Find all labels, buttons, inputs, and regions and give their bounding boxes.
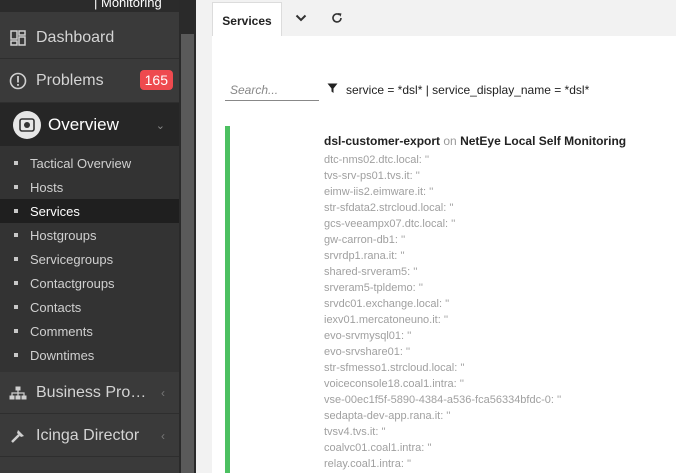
bullet-icon <box>14 233 18 237</box>
bullet-icon <box>14 185 18 189</box>
nav-item-overview[interactable]: Overview ⌄ <box>0 103 179 146</box>
output-line: vse-00ec1f5f-5890-4384-a536-fca56334bfdc… <box>324 394 562 406</box>
chevron-left-icon: ‹ <box>161 386 165 400</box>
status-ok-bar <box>225 126 230 473</box>
submenu-item-contactgroups[interactable]: Contactgroups <box>0 271 179 295</box>
plugin-output: dtc-nms02.dtc.local: '' tvs-srv-ps01.tvs.… <box>324 152 561 472</box>
filter-text: service = *dsl* | service_display_name =… <box>346 83 590 97</box>
output-line: dtc-nms02.dtc.local: '' <box>324 154 430 166</box>
output-line: sedapta-dev-app.rana.it: '' <box>324 410 451 422</box>
submenu-label: Comments <box>30 323 93 339</box>
nav-label-dashboard: Dashboard <box>36 29 115 46</box>
output-line: srvrdp1.rana.it: '' <box>324 250 405 262</box>
overview-submenu: Tactical Overview Hosts Services Hostgro… <box>0 146 179 372</box>
main-panel: Services Search... service = *dsl* | ser… <box>196 0 676 473</box>
tab-services[interactable]: Services <box>212 2 282 38</box>
alert-icon <box>0 72 36 90</box>
content-area: Search... service = *dsl* | service_disp… <box>212 36 676 473</box>
submenu-item-services[interactable]: Services <box>0 199 179 223</box>
nav-item-problems[interactable]: Problems 165 <box>0 60 179 103</box>
output-line: str-sfdata2.strcloud.local: '' <box>324 202 454 214</box>
submenu-item-tactical-overview[interactable]: Tactical Overview <box>0 151 179 175</box>
output-line: relay.coal1.intra: '' <box>324 458 412 470</box>
nav-item-dashboard[interactable]: Dashboard <box>0 18 179 59</box>
bullet-icon <box>14 281 18 285</box>
output-line: eimw-iis2.eimware.it: '' <box>324 186 434 198</box>
business-process-icon <box>0 386 36 400</box>
filter-expression[interactable]: service = *dsl* | service_display_name =… <box>327 83 589 97</box>
sidebar: | Monitoring Dashboard Problems 165 Over… <box>0 0 196 473</box>
output-line: srveram5-tpldemo: '' <box>324 282 423 294</box>
output-line: gw-carron-db1: '' <box>324 234 406 246</box>
submenu-label: Contactgroups <box>30 275 115 291</box>
bullet-icon <box>14 329 18 333</box>
output-line: str-sfmesso1.strcloud.local: '' <box>324 362 465 374</box>
output-line: tvs-srv-ps01.tvs.it: '' <box>324 170 420 182</box>
bullet-icon <box>14 209 18 213</box>
output-line: coalvc01.coal1.intra: '' <box>324 442 432 454</box>
nav-label-business-process: Business Proce… <box>36 384 154 401</box>
bullet-icon <box>14 353 18 357</box>
nav-item-business-process[interactable]: Business Proce… ‹ <box>0 373 179 414</box>
bullet-icon <box>14 161 18 165</box>
output-line: iexv01.mercatoneuno.it: '' <box>324 314 449 326</box>
submenu-item-comments[interactable]: Comments <box>0 319 179 343</box>
search-input[interactable]: Search... <box>225 80 319 101</box>
output-line: gcs-veeampx07.dtc.local: '' <box>324 218 456 230</box>
submenu-label: Contacts <box>30 299 82 315</box>
dashboard-icon <box>0 30 36 46</box>
director-icon <box>0 428 36 444</box>
logo-text: | Monitoring <box>94 0 162 10</box>
output-line: evo-srvshare01: '' <box>324 346 411 358</box>
nav-label-overview: Overview <box>48 114 119 134</box>
on-label: on <box>443 134 457 148</box>
service-name[interactable]: dsl-customer-export <box>324 134 440 148</box>
problems-count-badge: 165 <box>139 70 173 90</box>
output-line: shared-srveram5: '' <box>324 266 418 278</box>
tab-bar: Services <box>196 0 676 38</box>
submenu-label: Tactical Overview <box>30 155 132 171</box>
service-title: dsl-customer-export on NetEye Local Self… <box>324 134 626 148</box>
chevron-left-icon: ‹ <box>161 429 165 443</box>
output-line: evo-srvmysql01: '' <box>324 330 412 342</box>
chevron-down-icon[interactable] <box>289 8 313 28</box>
output-line: voiceconsole18.coal1.intra: '' <box>324 378 464 390</box>
chevron-down-icon: ⌄ <box>155 120 165 132</box>
nav-item-icinga-director[interactable]: Icinga Director ‹ <box>0 416 179 457</box>
bullet-icon <box>14 305 18 309</box>
host-name[interactable]: NetEye Local Self Monitoring <box>460 134 626 148</box>
output-line: tvsv4.tvs.it: '' <box>324 426 386 438</box>
submenu-item-hosts[interactable]: Hosts <box>0 175 179 199</box>
output-line: srvdc01.exchange.local: '' <box>324 298 450 310</box>
filter-icon <box>327 83 338 97</box>
nav-label-icinga-director: Icinga Director <box>36 427 140 444</box>
sidebar-scrollbar-thumb[interactable] <box>181 34 194 473</box>
logo-strip: | Monitoring <box>0 0 179 12</box>
submenu-item-downtimes[interactable]: Downtimes <box>0 343 179 367</box>
submenu-label: Downtimes <box>30 347 95 363</box>
submenu-label: Services <box>30 203 80 219</box>
submenu-item-servicegroups[interactable]: Servicegroups <box>0 247 179 271</box>
submenu-label: Servicegroups <box>30 251 114 267</box>
submenu-item-contacts[interactable]: Contacts <box>0 295 179 319</box>
submenu-item-hostgroups[interactable]: Hostgroups <box>0 223 179 247</box>
submenu-label: Hostgroups <box>30 227 97 243</box>
bullet-icon <box>14 257 18 261</box>
refresh-icon[interactable] <box>325 8 349 28</box>
overview-icon <box>13 110 41 139</box>
service-row[interactable]: dsl-customer-export on NetEye Local Self… <box>225 126 676 473</box>
submenu-label: Hosts <box>30 179 64 195</box>
nav-label-problems: Problems <box>36 72 104 89</box>
